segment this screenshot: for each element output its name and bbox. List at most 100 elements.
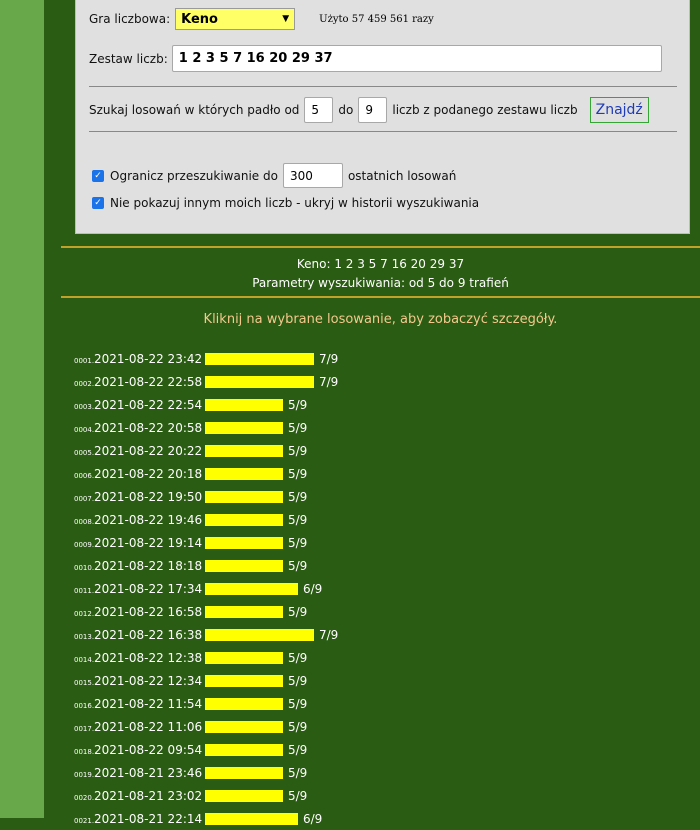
draw-datetime[interactable]: 2021-08-22 20:58 bbox=[94, 421, 205, 435]
draw-score: 7/9 bbox=[319, 351, 339, 366]
draw-row[interactable]: 0017. 2021-08-22 11:06 5/9 bbox=[74, 715, 338, 738]
game-select-value: Keno bbox=[181, 11, 218, 27]
draw-row[interactable]: 0011. 2021-08-22 17:34 6/9 bbox=[74, 577, 338, 600]
draw-index: 0020. bbox=[74, 794, 95, 802]
draw-index: 0002. bbox=[74, 380, 95, 388]
divider-line bbox=[61, 246, 700, 248]
divider-line bbox=[61, 296, 700, 298]
draw-datetime[interactable]: 2021-08-22 18:18 bbox=[94, 559, 205, 573]
draw-row[interactable]: 0013. 2021-08-22 16:38 7/9 bbox=[74, 623, 338, 646]
draw-score: 5/9 bbox=[288, 719, 308, 734]
draw-datetime[interactable]: 2021-08-21 23:02 bbox=[94, 789, 205, 803]
search-suffix-label: liczb z podanego zestawu liczb bbox=[392, 103, 578, 117]
limit-input[interactable]: 300 bbox=[282, 163, 343, 188]
draw-score: 5/9 bbox=[288, 512, 308, 527]
hits-bar bbox=[205, 490, 283, 503]
draw-score: 5/9 bbox=[288, 397, 308, 412]
draw-row[interactable]: 0015. 2021-08-22 12:34 5/9 bbox=[74, 669, 338, 692]
draw-row[interactable]: 0010. 2021-08-22 18:18 5/9 bbox=[74, 554, 338, 577]
draw-index: 0008. bbox=[74, 518, 95, 526]
draw-datetime[interactable]: 2021-08-22 19:14 bbox=[94, 536, 205, 550]
draw-row[interactable]: 0007. 2021-08-22 19:50 5/9 bbox=[74, 485, 338, 508]
to-input[interactable]: 9 bbox=[358, 97, 388, 123]
draw-index: 0001. bbox=[74, 357, 95, 365]
number-set-input[interactable]: 1 2 3 5 7 16 20 29 37 bbox=[171, 45, 662, 72]
draw-datetime[interactable]: 2021-08-22 20:22 bbox=[94, 444, 205, 458]
draw-datetime[interactable]: 2021-08-22 16:58 bbox=[94, 605, 205, 619]
draw-index: 0017. bbox=[74, 725, 95, 733]
draw-row[interactable]: 0003. 2021-08-22 22:54 5/9 bbox=[74, 393, 338, 416]
hits-bar bbox=[205, 398, 283, 411]
draw-row[interactable]: 0020. 2021-08-21 23:02 5/9 bbox=[74, 784, 338, 807]
draw-score: 5/9 bbox=[288, 489, 308, 504]
limit-checkbox[interactable]: ✓ bbox=[92, 169, 104, 182]
draw-row[interactable]: 0018. 2021-08-22 09:54 5/9 bbox=[74, 738, 338, 761]
draw-score: 5/9 bbox=[288, 535, 308, 550]
draw-row[interactable]: 0006. 2021-08-22 20:18 5/9 bbox=[74, 462, 338, 485]
draw-datetime[interactable]: 2021-08-22 17:34 bbox=[94, 582, 205, 596]
hide-row: ✓ Nie pokazuj innym moich liczb - ukryj … bbox=[92, 196, 479, 210]
hits-bar bbox=[205, 352, 314, 365]
divider bbox=[89, 86, 677, 87]
hits-bar bbox=[205, 375, 314, 388]
draw-index: 0011. bbox=[74, 587, 95, 595]
from-input[interactable]: 5 bbox=[304, 97, 334, 123]
draw-score: 6/9 bbox=[303, 811, 323, 826]
draw-datetime[interactable]: 2021-08-22 12:34 bbox=[94, 674, 205, 688]
draw-datetime[interactable]: 2021-08-22 11:06 bbox=[94, 720, 205, 734]
draw-datetime[interactable]: 2021-08-22 09:54 bbox=[94, 743, 205, 757]
hide-label: Nie pokazuj innym moich liczb - ukryj w … bbox=[110, 196, 480, 210]
draw-row[interactable]: 0004. 2021-08-22 20:58 5/9 bbox=[74, 416, 338, 439]
draw-datetime[interactable]: 2021-08-21 22:14 bbox=[94, 812, 205, 826]
draw-score: 5/9 bbox=[288, 650, 308, 665]
draw-datetime[interactable]: 2021-08-22 22:58 bbox=[94, 375, 205, 389]
draw-row[interactable]: 0012. 2021-08-22 16:58 5/9 bbox=[74, 600, 338, 623]
draw-score: 5/9 bbox=[288, 673, 308, 688]
draw-score: 5/9 bbox=[288, 466, 308, 481]
draw-index: 0009. bbox=[74, 541, 95, 549]
draw-datetime[interactable]: 2021-08-22 19:50 bbox=[94, 490, 205, 504]
draw-row[interactable]: 0002. 2021-08-22 22:58 7/9 bbox=[74, 370, 338, 393]
game-select[interactable]: Keno ▼ bbox=[175, 8, 296, 30]
hide-checkbox[interactable]: ✓ bbox=[92, 197, 104, 209]
find-button[interactable]: Znajdź bbox=[589, 97, 649, 123]
set-row: Zestaw liczb: 1 2 3 5 7 16 20 29 37 bbox=[89, 45, 662, 72]
draw-row[interactable]: 0005. 2021-08-22 20:22 5/9 bbox=[74, 439, 338, 462]
hits-bar bbox=[205, 605, 283, 618]
search-form: Gra liczbowa: Keno ▼ Użyto 57 459 561 ra… bbox=[75, 0, 690, 234]
draw-row[interactable]: 0008. 2021-08-22 19:46 5/9 bbox=[74, 508, 338, 531]
limit-suffix-label: ostatnich losowań bbox=[347, 168, 457, 183]
draw-score: 5/9 bbox=[288, 420, 308, 435]
draw-row[interactable]: 0019. 2021-08-21 23:46 5/9 bbox=[74, 761, 338, 784]
draw-datetime[interactable]: 2021-08-22 20:18 bbox=[94, 467, 205, 481]
draw-score: 5/9 bbox=[288, 443, 308, 458]
main-content: Gra liczbowa: Keno ▼ Użyto 57 459 561 ra… bbox=[44, 0, 700, 826]
draw-row[interactable]: 0021. 2021-08-21 22:14 6/9 bbox=[74, 807, 338, 830]
draw-datetime[interactable]: 2021-08-22 11:54 bbox=[94, 697, 205, 711]
game-row: Gra liczbowa: Keno ▼ Użyto 57 459 561 ra… bbox=[89, 8, 434, 30]
draw-datetime[interactable]: 2021-08-22 23:42 bbox=[94, 352, 205, 366]
game-label: Gra liczbowa: bbox=[89, 12, 171, 26]
draw-datetime[interactable]: 2021-08-21 23:46 bbox=[94, 766, 205, 780]
draw-score: 7/9 bbox=[319, 374, 339, 389]
set-label: Zestaw liczb: bbox=[89, 51, 168, 66]
hits-bar bbox=[205, 421, 283, 434]
draw-datetime[interactable]: 2021-08-22 19:46 bbox=[94, 513, 205, 527]
summary-params: Parametry wyszukiwania: od 5 do 9 trafie… bbox=[252, 276, 509, 290]
draw-datetime[interactable]: 2021-08-22 12:38 bbox=[94, 651, 205, 665]
draw-score: 5/9 bbox=[288, 558, 308, 573]
draw-row[interactable]: 0009. 2021-08-22 19:14 5/9 bbox=[74, 531, 338, 554]
draw-datetime[interactable]: 2021-08-22 16:38 bbox=[94, 628, 205, 642]
hits-bar bbox=[205, 513, 283, 526]
draw-row[interactable]: 0014. 2021-08-22 12:38 5/9 bbox=[74, 646, 338, 669]
draw-score: 5/9 bbox=[288, 742, 308, 757]
draw-datetime[interactable]: 2021-08-22 22:54 bbox=[94, 398, 205, 412]
draw-score: 7/9 bbox=[319, 627, 339, 642]
draw-index: 0013. bbox=[74, 633, 95, 641]
draw-index: 0016. bbox=[74, 702, 95, 710]
draw-row[interactable]: 0001. 2021-08-22 23:42 7/9 bbox=[74, 347, 338, 370]
draw-score: 5/9 bbox=[288, 788, 308, 803]
hits-bar bbox=[205, 467, 283, 480]
hits-bar bbox=[205, 697, 283, 710]
draw-row[interactable]: 0016. 2021-08-22 11:54 5/9 bbox=[74, 692, 338, 715]
